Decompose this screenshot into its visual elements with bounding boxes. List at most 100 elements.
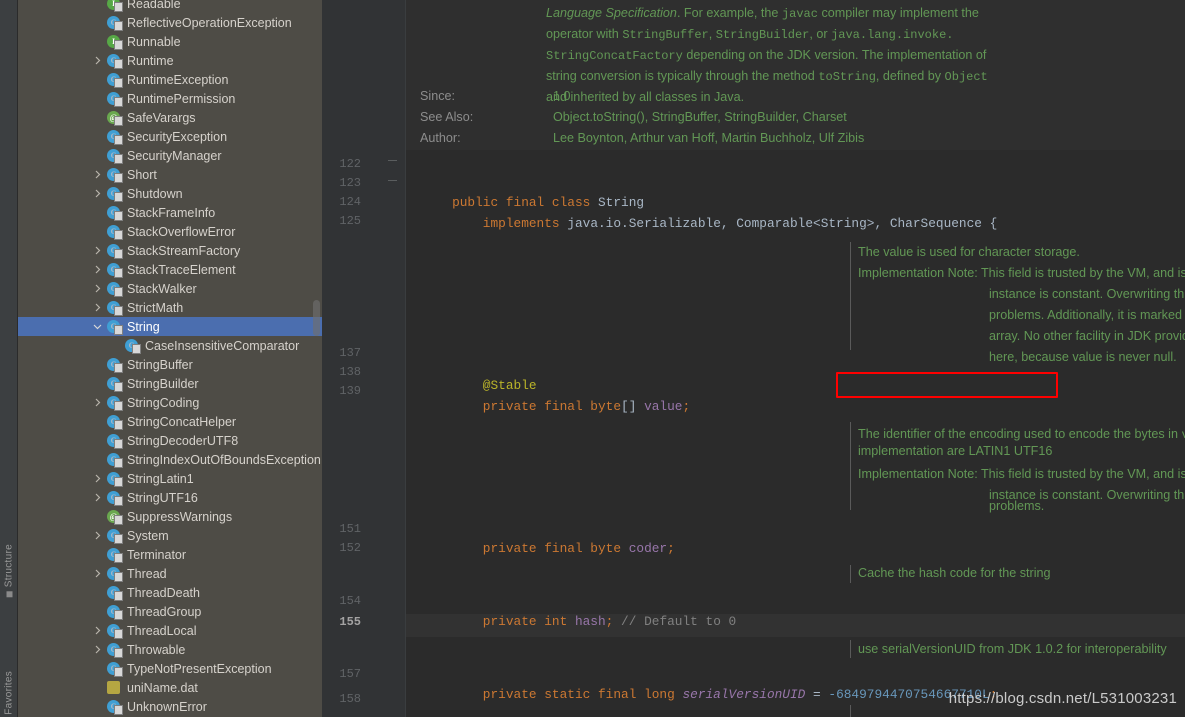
tree-item[interactable]: C ThreadDeath bbox=[18, 583, 322, 602]
favorites-label: Favorites bbox=[3, 671, 14, 715]
tree-item[interactable]: C StringCoding bbox=[18, 393, 322, 412]
class-icon: C bbox=[104, 320, 123, 335]
tree-item[interactable]: I Readable bbox=[18, 0, 322, 13]
line-number[interactable]: 122 bbox=[331, 157, 361, 171]
chevron-right-icon[interactable] bbox=[90, 189, 104, 198]
tree-item[interactable]: C ThreadLocal bbox=[18, 621, 322, 640]
tree-item[interactable]: C SecurityException bbox=[18, 127, 322, 146]
javadoc-tag-label: Author: bbox=[420, 131, 461, 145]
tree-item[interactable]: C CaseInsensitiveComparator bbox=[18, 336, 322, 355]
line-number[interactable]: 154 bbox=[331, 594, 361, 608]
tree-item[interactable]: C ThreadGroup bbox=[18, 602, 322, 621]
line-number[interactable]: 125 bbox=[331, 214, 361, 228]
tree-item[interactable]: C StringBuffer bbox=[18, 355, 322, 374]
class-icon: C bbox=[104, 244, 123, 259]
line-number[interactable]: 124 bbox=[331, 195, 361, 209]
code-editor[interactable]: Language Specification. For example, the… bbox=[406, 0, 1185, 717]
tree-item[interactable]: C StringIndexOutOfBoundsException bbox=[18, 450, 322, 469]
tool-button-structure[interactable]: Structure bbox=[3, 544, 14, 597]
chevron-down-icon[interactable] bbox=[90, 322, 104, 331]
line-number[interactable]: 158 bbox=[331, 692, 361, 706]
tree-item[interactable]: C StackStreamFactory bbox=[18, 241, 322, 260]
chevron-right-icon[interactable] bbox=[90, 246, 104, 255]
line-number[interactable]: 138 bbox=[331, 365, 361, 379]
tree-item[interactable]: C StringDecoderUTF8 bbox=[18, 431, 322, 450]
tree-item[interactable]: C Terminator bbox=[18, 545, 322, 564]
tree-item-label: Terminator bbox=[127, 547, 187, 562]
tree-item-label: StackOverflowError bbox=[127, 224, 236, 239]
tree-item[interactable]: C RuntimePermission bbox=[18, 89, 322, 108]
tree-item[interactable]: C Throwable bbox=[18, 640, 322, 659]
line-number[interactable]: 139 bbox=[331, 384, 361, 398]
tree-item-label: StrictMath bbox=[127, 300, 184, 315]
chevron-right-icon[interactable] bbox=[90, 284, 104, 293]
tree-item[interactable]: @ SuppressWarnings bbox=[18, 507, 322, 526]
class-icon: C bbox=[104, 73, 123, 88]
tree-item[interactable]: C StackOverflowError bbox=[18, 222, 322, 241]
interface-icon: I bbox=[104, 35, 123, 50]
class-icon: C bbox=[122, 339, 141, 354]
tree-scrollbar-thumb[interactable] bbox=[313, 300, 320, 336]
editor-gutter[interactable]: 122 123 124 125 137 138 139 151 152 154 155 157 158 bbox=[322, 0, 406, 717]
class-icon: C bbox=[104, 396, 123, 411]
tree-item-label: ReflectiveOperationException bbox=[127, 15, 292, 30]
javadoc-tag-label: Since: bbox=[420, 89, 456, 103]
tree-item[interactable]: C StringLatin1 bbox=[18, 469, 322, 488]
line-number[interactable]: 152 bbox=[331, 541, 361, 555]
javadoc-tag-value[interactable]: Object.toString(), StringBuffer, StringB… bbox=[553, 110, 847, 124]
line-number[interactable]: 137 bbox=[331, 346, 361, 360]
tool-button-favorites[interactable]: Favorites bbox=[3, 671, 14, 715]
line-number[interactable]: 123 bbox=[331, 176, 361, 190]
project-tree[interactable]: I Readable C ReflectiveOperationException I R… bbox=[18, 0, 322, 717]
chevron-right-icon[interactable] bbox=[90, 569, 104, 578]
tree-item[interactable]: C Thread bbox=[18, 564, 322, 583]
tree-item[interactable]: C UnknownError bbox=[18, 697, 322, 716]
javadoc-value-impl-note: Implementation Note: This field is trust… bbox=[858, 263, 1185, 284]
chevron-right-icon[interactable] bbox=[90, 303, 104, 312]
tree-item-label: Throwable bbox=[127, 642, 186, 657]
chevron-right-icon[interactable] bbox=[90, 493, 104, 502]
class-icon: C bbox=[104, 187, 123, 202]
class-icon: C bbox=[104, 301, 123, 316]
tree-item[interactable]: C SecurityManager bbox=[18, 146, 322, 165]
chevron-right-icon[interactable] bbox=[90, 474, 104, 483]
tree-item[interactable]: C StringConcatHelper bbox=[18, 412, 322, 431]
line-number[interactable]: 151 bbox=[331, 522, 361, 536]
chevron-right-icon[interactable] bbox=[90, 56, 104, 65]
chevron-right-icon[interactable] bbox=[90, 398, 104, 407]
tree-item[interactable]: @ SafeVarargs bbox=[18, 108, 322, 127]
chevron-right-icon[interactable] bbox=[90, 265, 104, 274]
tree-item[interactable]: C StackWalker bbox=[18, 279, 322, 298]
code-line-annotation-stable: @Stable bbox=[482, 378, 537, 393]
tree-item[interactable]: C System bbox=[18, 526, 322, 545]
javadoc-tag-value: Lee Boynton, Arthur van Hoff, Martin Buc… bbox=[553, 131, 865, 145]
tree-item[interactable]: C StringUTF16 bbox=[18, 488, 322, 507]
tree-item[interactable]: C Short bbox=[18, 165, 322, 184]
fold-marker[interactable] bbox=[388, 180, 397, 181]
line-number-current[interactable]: 155 bbox=[331, 615, 361, 629]
javadoc-value-impl-l3: problems. Additionally, it is marked wit… bbox=[989, 308, 1185, 322]
tree-item[interactable]: I Runnable bbox=[18, 32, 322, 51]
chevron-right-icon[interactable] bbox=[90, 531, 104, 540]
project-tree-panel[interactable]: I Readable C ReflectiveOperationException I R… bbox=[18, 0, 322, 717]
chevron-right-icon[interactable] bbox=[90, 645, 104, 654]
annotation-icon: @ bbox=[104, 111, 123, 126]
class-icon: C bbox=[104, 453, 123, 468]
tree-item[interactable]: C TypeNotPresentException bbox=[18, 659, 322, 678]
tree-item[interactable]: C Runtime bbox=[18, 51, 322, 70]
fold-marker[interactable] bbox=[388, 160, 397, 161]
tree-item[interactable]: C StackTraceElement bbox=[18, 260, 322, 279]
line-number[interactable]: 157 bbox=[331, 667, 361, 681]
tree-item[interactable]: uniName.dat bbox=[18, 678, 322, 697]
tree-item[interactable]: C RuntimeException bbox=[18, 70, 322, 89]
tree-item-label: String bbox=[127, 319, 160, 334]
tree-item[interactable]: C StrictMath bbox=[18, 298, 322, 317]
tree-item[interactable]: C StackFrameInfo bbox=[18, 203, 322, 222]
tree-item[interactable]: C StringBuilder bbox=[18, 374, 322, 393]
code-line-field-hash: private int hash; // Default to 0 bbox=[482, 614, 737, 629]
tree-item[interactable]: C ReflectiveOperationException bbox=[18, 13, 322, 32]
tree-item-selected[interactable]: C String bbox=[18, 317, 322, 336]
chevron-right-icon[interactable] bbox=[90, 170, 104, 179]
tree-item[interactable]: C Shutdown bbox=[18, 184, 322, 203]
chevron-right-icon[interactable] bbox=[90, 626, 104, 635]
